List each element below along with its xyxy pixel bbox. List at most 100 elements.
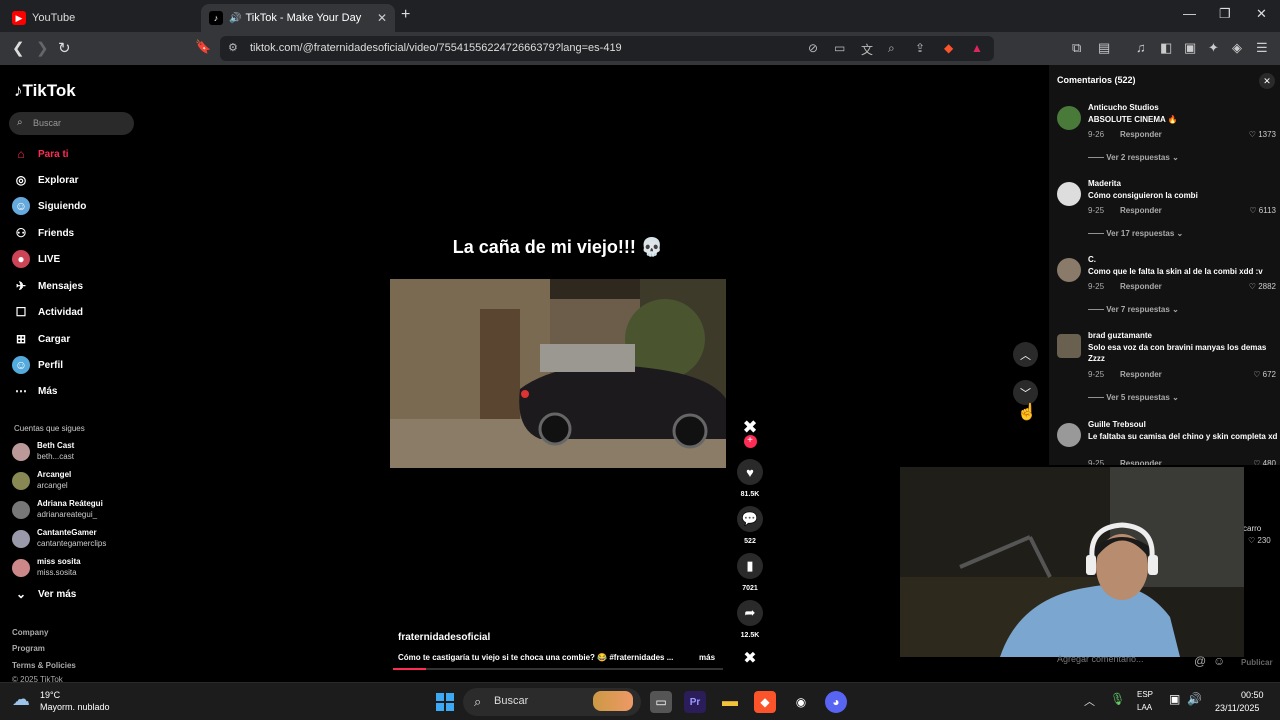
close-comments-button[interactable]: ✕ (1259, 73, 1275, 89)
video-progress-bar[interactable] (393, 668, 723, 670)
nav-actividad[interactable]: ☐ Actividad (12, 302, 83, 322)
new-tab-button[interactable]: + (401, 6, 410, 24)
account-item[interactable]: Adriana Reátegui adrianareategui_ (12, 497, 142, 523)
microphone-icon[interactable]: 🎙 (1110, 692, 1125, 706)
footer-link[interactable]: Terms & Policies (12, 661, 76, 670)
footer-link[interactable]: Program (12, 644, 45, 653)
comment-like-button[interactable]: ♡ 6113 (1249, 206, 1276, 215)
reload-button[interactable]: ↻ (58, 39, 71, 57)
publish-button[interactable]: Publicar (1241, 658, 1273, 667)
windows-start-icon[interactable] (434, 691, 456, 713)
extensions-icon[interactable]: ⧉ (1072, 40, 1081, 56)
brave-browser-icon[interactable]: ◆ (754, 691, 776, 713)
avatar[interactable] (1057, 423, 1081, 447)
vpn-icon[interactable]: ◈ (1232, 40, 1242, 56)
share-icon[interactable]: ⇪ (915, 41, 925, 55)
back-button[interactable]: ❮ (12, 39, 25, 57)
view-replies-button[interactable]: —— Ver 7 respuestas ⌄ (1088, 305, 1179, 314)
weather-cloud-icon[interactable]: ☁ (12, 689, 30, 710)
footer-link[interactable]: Company (12, 628, 48, 637)
save-button[interactable]: ▮ 7021 (737, 553, 763, 592)
comment-like-button[interactable]: ♡ 2882 (1249, 282, 1276, 291)
forward-button[interactable]: ❯ (36, 39, 49, 57)
nav-explorar[interactable]: ◎ Explorar (12, 170, 79, 190)
language-layout[interactable]: LAA (1137, 703, 1152, 712)
premiere-icon[interactable]: Pr (684, 691, 706, 713)
comment-like-button[interactable]: ♡ 480 (1253, 459, 1276, 465)
nav-siguiendo[interactable]: ☺ Siguiendo (12, 196, 86, 216)
view-replies-button[interactable]: —— Ver 17 respuestas ⌄ (1088, 229, 1183, 238)
video-author[interactable]: fraternidadesoficial (398, 632, 490, 643)
nav-para-ti[interactable]: ⌂ Para ti (12, 144, 68, 164)
comment-button[interactable]: 💬 522 (737, 506, 763, 545)
site-info-icon[interactable]: ⚙ (228, 41, 238, 54)
share-button[interactable]: ➦ 12.5K (737, 600, 763, 639)
view-replies-button[interactable]: —— Ver 2 respuestas ⌄ (1088, 153, 1179, 162)
address-bar[interactable]: ⚙ tiktok.com/@fraternidadesoficial/video… (220, 36, 994, 61)
no-tracking-icon[interactable]: ⊘ (808, 41, 818, 55)
reader-icon[interactable]: ▤ (1098, 40, 1110, 56)
task-view-icon[interactable]: ▭ (650, 691, 672, 713)
comment-like-button[interactable]: ♡ 1373 (1249, 130, 1276, 139)
nav-live[interactable]: ● LIVE (12, 249, 60, 269)
emoji-icon[interactable]: ☺ (1213, 654, 1225, 668)
cast-icon[interactable]: ▭ (834, 41, 845, 55)
avatar[interactable] (1057, 182, 1081, 206)
sidebar-toggle-icon[interactable]: ◧ (1160, 40, 1172, 56)
more-link[interactable]: más (699, 653, 715, 662)
tab-youtube[interactable]: ▶ YouTube (4, 4, 200, 32)
account-item[interactable]: CantanteGamer cantantegamerclips (12, 526, 142, 552)
minimize-button[interactable]: — (1183, 6, 1196, 21)
tray-chevron-up-icon[interactable]: ︿ (1084, 693, 1095, 709)
leo-icon[interactable]: ✦ (1208, 40, 1219, 56)
reply-button[interactable]: Responder (1120, 459, 1162, 465)
nav-perfil[interactable]: ☺ Perfil (12, 355, 63, 375)
nav-mas[interactable]: ⋯ Más (12, 381, 57, 401)
creator-avatar[interactable]: ✖ + (737, 417, 763, 448)
obs-icon[interactable]: ◉ (790, 691, 812, 713)
comment-like-button[interactable]: ♡ 672 (1253, 370, 1276, 379)
avatar[interactable] (1057, 334, 1081, 358)
previous-video-button[interactable]: ︿ (1013, 342, 1038, 367)
clock-date[interactable]: 23/11/2025 (1215, 703, 1259, 713)
avatar[interactable] (1057, 106, 1081, 130)
nav-mensajes[interactable]: ✈ Mensajes (12, 276, 83, 296)
avatar[interactable] (1057, 258, 1081, 282)
language-indicator[interactable]: ESP (1137, 690, 1153, 699)
close-window-button[interactable]: ✕ (1256, 6, 1267, 22)
menu-icon[interactable]: ☰ (1256, 40, 1268, 56)
brave-shield-icon[interactable]: ◆ (944, 41, 953, 55)
partial-comment-likes[interactable]: ♡ 230 (1248, 536, 1271, 545)
view-replies-button[interactable]: —— Ver 5 respuestas ⌄ (1088, 393, 1179, 402)
close-tab-icon[interactable]: ✕ (377, 11, 387, 25)
tiktok-logo[interactable]: ♪TikTok (14, 81, 76, 101)
weather-description[interactable]: Mayorm. nublado (40, 702, 110, 712)
like-button[interactable]: ♥ 81.5K (737, 459, 763, 498)
zoom-icon[interactable]: ⌕ (888, 41, 895, 56)
wallet-icon[interactable]: ▣ (1184, 40, 1196, 56)
translate-icon[interactable]: 文 (861, 41, 873, 58)
bookmark-icon[interactable]: 🔖 (195, 39, 211, 55)
network-icon[interactable]: ▣ (1169, 692, 1180, 706)
video-player[interactable] (390, 279, 726, 468)
tab-tiktok[interactable]: ♪ 🔊 TikTok - Make Your Day ✕ (201, 4, 395, 32)
reply-button[interactable]: Responder (1120, 206, 1162, 215)
weather-temperature[interactable]: 19°C (40, 690, 60, 700)
mention-icon[interactable]: @ (1194, 654, 1206, 668)
sound-disc-icon[interactable]: ✖ (737, 648, 763, 668)
brave-rewards-icon[interactable]: ▲ (971, 41, 983, 55)
nav-friends[interactable]: ⚇ Friends (12, 223, 75, 243)
comment-input[interactable]: Agregar comentario... (1057, 654, 1144, 664)
clock-time[interactable]: 00:50 (1241, 690, 1264, 700)
file-explorer-icon[interactable]: ▬ (719, 691, 741, 713)
restore-button[interactable]: ❐ (1219, 6, 1231, 22)
account-item[interactable]: Beth Cast beth...cast (12, 439, 142, 465)
media-icon[interactable]: ♫ (1136, 40, 1146, 55)
see-more-button[interactable]: ⌄ Ver más (12, 584, 76, 604)
account-item[interactable]: Arcangel arcangel (12, 468, 142, 494)
reply-button[interactable]: Responder (1120, 370, 1162, 379)
taskbar-search[interactable]: ⌕ Buscar (463, 688, 641, 716)
reply-button[interactable]: Responder (1120, 130, 1162, 139)
nav-cargar[interactable]: ⊞ Cargar (12, 329, 70, 349)
account-item[interactable]: miss sosita miss.sosita (12, 555, 142, 581)
